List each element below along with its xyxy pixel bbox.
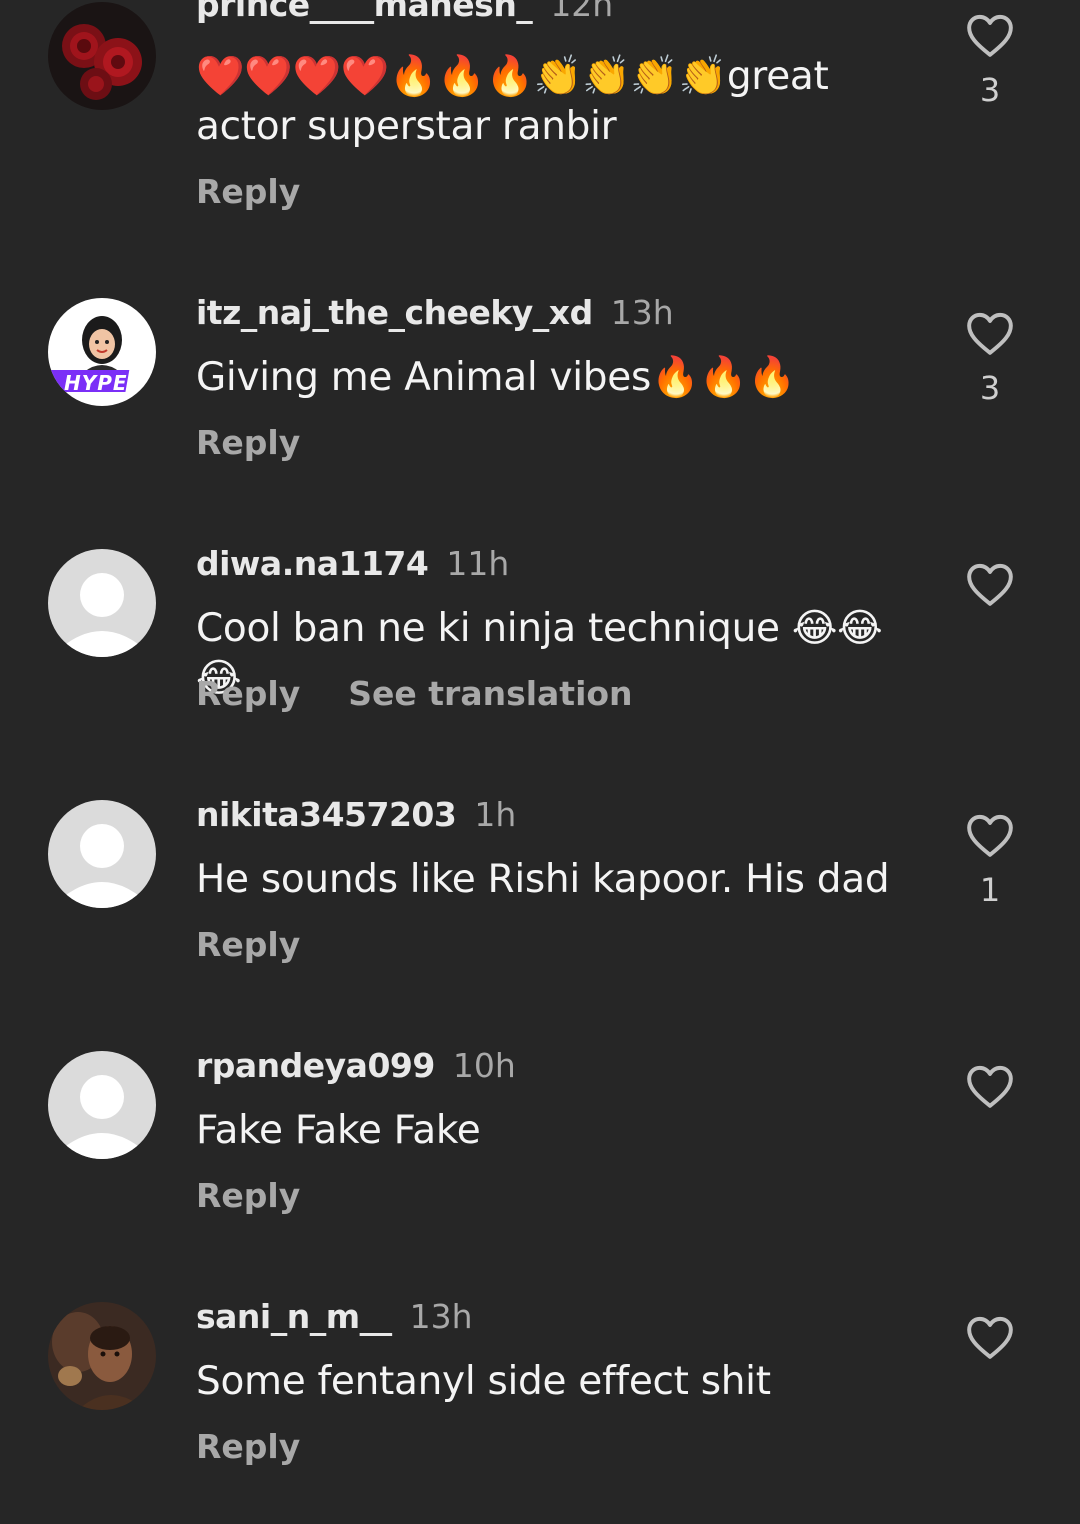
avatar[interactable] <box>48 2 156 110</box>
comment-actions: Reply See translation <box>196 672 633 716</box>
default-avatar-image <box>48 800 156 908</box>
heart-icon[interactable] <box>965 561 1015 607</box>
comment-item: nikita3457203 1h He sounds like Rishi kap… <box>0 786 1080 1037</box>
reply-button[interactable]: Reply <box>196 421 300 465</box>
timestamp: 11h <box>446 544 510 583</box>
heart-icon[interactable] <box>965 310 1015 356</box>
username[interactable]: prince____mahesh_ <box>196 0 533 24</box>
comment-item: prince____mahesh_ 12h ❤️❤️❤️❤️🔥🔥🔥👏👏👏👏grea… <box>0 0 1080 233</box>
heart-icon[interactable] <box>965 12 1015 58</box>
avatar[interactable]: HYPE <box>48 298 156 406</box>
username[interactable]: itz_naj_the_cheeky_xd <box>196 293 593 332</box>
timestamp: 13h <box>610 293 674 332</box>
username[interactable]: rpandeya099 <box>196 1046 435 1085</box>
comment-text: Giving me Animal vibes🔥🔥🔥 <box>196 355 796 400</box>
reply-button[interactable]: Reply <box>196 1174 300 1218</box>
photo-avatar-image <box>48 1302 156 1410</box>
comment-item: diwa.na1174 11h Cool ban ne ki ninja tech… <box>0 535 1080 786</box>
like-control: 3 <box>962 310 1018 408</box>
timestamp: 13h <box>409 1297 473 1336</box>
comment-actions: Reply <box>196 421 300 465</box>
default-avatar-image <box>48 549 156 657</box>
comment-item: rpandeya099 10h Fake Fake Fake Reply <box>0 1037 1080 1288</box>
avatar[interactable] <box>48 800 156 908</box>
red-roses-avatar-image <box>48 2 156 110</box>
avatar[interactable] <box>48 549 156 657</box>
comment-item: HYPE itz_naj_the_cheeky_xd 13h Giving me … <box>0 284 1080 535</box>
like-count: 1 <box>979 871 1001 909</box>
heart-icon[interactable] <box>965 812 1015 858</box>
comment-text: Fake Fake Fake <box>196 1108 481 1153</box>
comment-header: sani_n_m__ 13h <box>196 1294 473 1340</box>
comment-actions: Reply <box>196 170 300 214</box>
like-control: 1 <box>962 812 1018 910</box>
heart-icon[interactable] <box>965 1063 1015 1109</box>
hype-badge: HYPE <box>64 371 128 395</box>
timestamp: 10h <box>452 1046 516 1085</box>
comment-actions: Reply <box>196 923 300 967</box>
like-control <box>962 1063 1018 1121</box>
like-control: 3 <box>962 12 1018 110</box>
like-control <box>962 1314 1018 1372</box>
like-control <box>962 561 1018 619</box>
comment-header: itz_naj_the_cheeky_xd 13h <box>196 290 674 336</box>
heart-icon[interactable] <box>965 1314 1015 1360</box>
like-count: 3 <box>979 71 1001 109</box>
comment-header: prince____mahesh_ 12h <box>196 0 613 28</box>
default-avatar-image <box>48 1051 156 1159</box>
comment-header: nikita3457203 1h <box>196 792 516 838</box>
username[interactable]: nikita3457203 <box>196 795 457 834</box>
reply-button[interactable]: Reply <box>196 923 300 967</box>
comment-item: sani_n_m__ 13h Some fentanyl side effect … <box>0 1288 1080 1524</box>
see-translation-button[interactable]: See translation <box>348 672 632 716</box>
username[interactable]: sani_n_m__ <box>196 1297 392 1336</box>
timestamp: 12h <box>550 0 614 24</box>
comment-actions: Reply <box>196 1174 300 1218</box>
timestamp: 1h <box>474 795 517 834</box>
comment-header: rpandeya099 10h <box>196 1043 516 1089</box>
comment-text: ❤️❤️❤️❤️🔥🔥🔥👏👏👏👏great actor superstar ran… <box>196 54 829 149</box>
comment-actions: Reply <box>196 1425 300 1469</box>
avatar[interactable] <box>48 1302 156 1410</box>
reply-button[interactable]: Reply <box>196 672 300 716</box>
reply-button[interactable]: Reply <box>196 170 300 214</box>
comment-text: He sounds like Rishi kapoor. His dad <box>196 857 890 902</box>
reply-button[interactable]: Reply <box>196 1425 300 1469</box>
comment-text: Some fentanyl side effect shit <box>196 1359 771 1404</box>
comments-list: prince____mahesh_ 12h ❤️❤️❤️❤️🔥🔥🔥👏👏👏👏grea… <box>0 0 1080 1524</box>
comment-header: diwa.na1174 11h <box>196 541 509 587</box>
like-count: 3 <box>979 369 1001 407</box>
username[interactable]: diwa.na1174 <box>196 544 429 583</box>
avatar[interactable] <box>48 1051 156 1159</box>
